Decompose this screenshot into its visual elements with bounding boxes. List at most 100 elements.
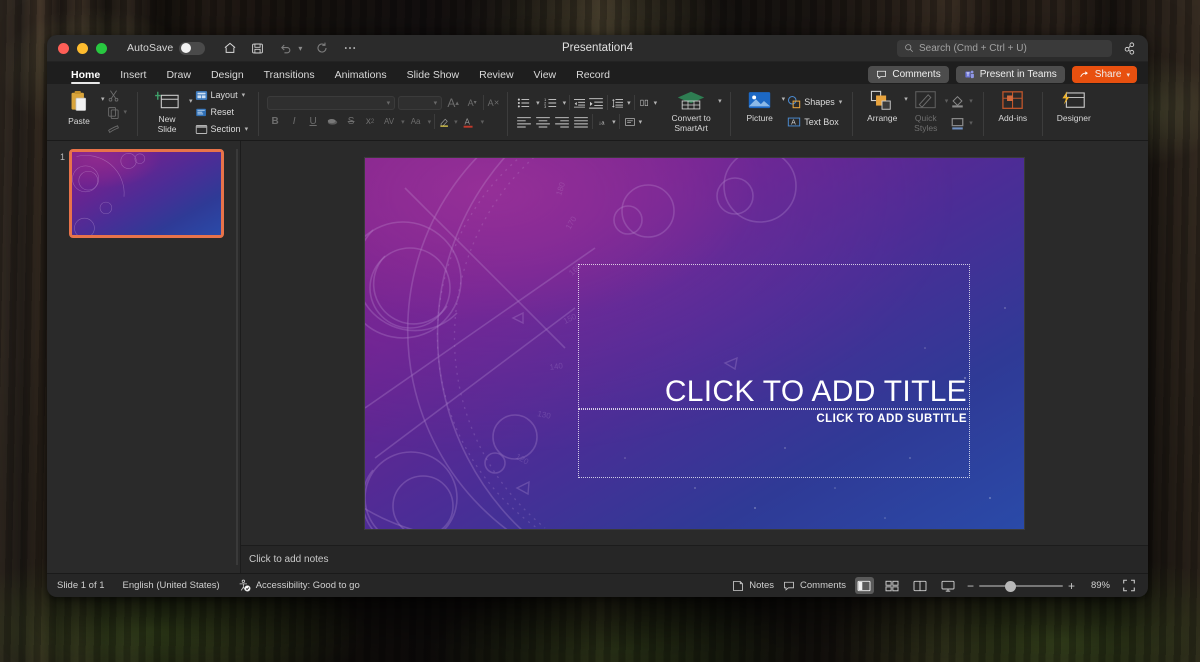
layout-button[interactable]: Layout ▾ — [193, 88, 251, 103]
text-highlight-chevron-down-icon[interactable]: ▾ — [454, 118, 458, 126]
bold-button[interactable]: B — [267, 114, 283, 129]
columns-button[interactable]: ▯▯ — [634, 95, 650, 110]
language-status[interactable]: English (United States) — [123, 580, 220, 591]
zoom-out-button[interactable]: − — [967, 581, 974, 591]
tab-insert[interactable]: Insert — [110, 69, 156, 84]
cut-button[interactable] — [105, 88, 130, 103]
tab-transitions[interactable]: Transitions — [254, 69, 325, 84]
bullets-button[interactable] — [516, 95, 532, 110]
numbering-chevron-down-icon[interactable]: ▾ — [563, 99, 567, 107]
underline-button[interactable]: U — [305, 114, 321, 129]
picture-button[interactable]: Picture — [739, 87, 781, 124]
font-name-input[interactable]: ▾ — [267, 96, 395, 110]
justify-button[interactable] — [573, 114, 589, 129]
normal-view-button[interactable] — [855, 577, 874, 594]
shapes-chevron-down-icon[interactable]: ▾ — [839, 98, 843, 106]
zoom-slider[interactable]: − + — [967, 581, 1075, 591]
slide-thumbnail-1[interactable] — [69, 149, 224, 238]
text-box-button[interactable]: A Text Box — [785, 115, 844, 130]
accessibility-status[interactable]: Accessibility: Good to go — [238, 579, 360, 592]
font-size-chevron-down-icon[interactable]: ▾ — [434, 99, 438, 107]
undo-dropdown-icon[interactable]: ▾ — [298, 44, 302, 53]
shape-outline-chevron-down-icon[interactable]: ▾ — [969, 119, 973, 127]
change-case-chevron-down-icon[interactable]: ▾ — [428, 118, 432, 126]
comments-toggle-button[interactable]: Comments — [783, 580, 846, 592]
autosave-toggle[interactable] — [179, 42, 205, 55]
add-ins-button[interactable]: Add-ins — [992, 87, 1034, 124]
shapes-button[interactable]: Shapes ▾ — [785, 95, 844, 110]
tab-slide-show[interactable]: Slide Show — [397, 69, 470, 84]
search-input[interactable]: Search (Cmd + Ctrl + U) — [897, 40, 1112, 57]
undo-icon[interactable] — [277, 40, 294, 57]
tab-record[interactable]: Record — [566, 69, 620, 84]
zoom-track[interactable] — [979, 585, 1063, 587]
reset-button[interactable]: Reset — [193, 105, 251, 120]
font-color-button[interactable]: A — [461, 114, 477, 129]
fit-to-window-button[interactable] — [1119, 577, 1138, 594]
notes-pane[interactable]: Click to add notes — [241, 545, 1148, 573]
columns-chevron-down-icon[interactable]: ▾ — [654, 99, 658, 107]
align-right-button[interactable] — [554, 114, 570, 129]
line-spacing-button[interactable] — [607, 95, 623, 110]
copy-chevron-down-icon[interactable]: ▾ — [124, 108, 128, 116]
home-icon[interactable] — [221, 40, 238, 57]
tab-review[interactable]: Review — [469, 69, 523, 84]
more-icon[interactable] — [341, 40, 358, 57]
redo-icon[interactable] — [313, 40, 330, 57]
shape-fill-button[interactable]: ▾ — [948, 94, 975, 109]
text-highlight-color-button[interactable] — [434, 114, 450, 129]
align-text-chevron-down-icon[interactable]: ▾ — [639, 118, 643, 126]
ribbon-display-options-icon[interactable] — [1121, 40, 1137, 56]
tab-home[interactable]: Home — [61, 69, 110, 84]
paste-button[interactable]: Paste — [58, 87, 100, 127]
numbering-button[interactable]: 123 — [543, 95, 559, 110]
strikethrough-button[interactable]: S — [343, 114, 359, 129]
change-case-button[interactable]: Aa — [408, 114, 424, 129]
arrange-button[interactable]: Arrange — [861, 87, 903, 124]
text-direction-chevron-down-icon[interactable]: ▾ — [612, 118, 616, 126]
reading-view-button[interactable] — [911, 577, 930, 594]
convert-to-smartart-button[interactable]: Convert to SmartArt — [665, 87, 717, 133]
slide-canvas[interactable]: 180 170 160 150 140 130 120 — [365, 158, 1024, 529]
text-direction-button[interactable]: ↓a — [592, 114, 608, 129]
present-in-teams-button[interactable]: Present in Teams — [956, 66, 1065, 83]
zoom-handle[interactable] — [1005, 581, 1016, 592]
convert-to-smartart-chevron-down-icon[interactable]: ▾ — [718, 97, 722, 105]
tab-design[interactable]: Design — [201, 69, 254, 84]
align-left-button[interactable] — [516, 114, 532, 129]
decrease-indent-button[interactable] — [569, 95, 585, 110]
line-spacing-chevron-down-icon[interactable]: ▾ — [627, 99, 631, 107]
shape-outline-button[interactable]: ▾ — [948, 116, 975, 131]
decrease-font-size-button[interactable]: A▾ — [464, 95, 480, 110]
text-shadow-button[interactable] — [324, 114, 340, 129]
font-name-chevron-down-icon[interactable]: ▾ — [387, 99, 391, 107]
shape-fill-chevron-down-icon[interactable]: ▾ — [969, 97, 973, 105]
close-button[interactable] — [58, 43, 69, 54]
comments-button[interactable]: Comments — [868, 66, 948, 83]
increase-font-size-button[interactable]: A▴ — [445, 95, 461, 110]
layout-chevron-down-icon[interactable]: ▾ — [242, 91, 246, 99]
notes-toggle-button[interactable]: Notes — [732, 580, 774, 592]
quick-styles-button[interactable]: Quick Styles — [908, 87, 944, 133]
slide-subtitle-placeholder[interactable]: CLICK TO ADD SUBTITLE — [578, 409, 970, 478]
slide-show-button[interactable] — [939, 577, 958, 594]
copy-button[interactable]: ▾ — [105, 105, 130, 120]
thumbnail-scrollbar[interactable] — [236, 149, 238, 565]
center-button[interactable] — [535, 114, 551, 129]
tab-animations[interactable]: Animations — [325, 69, 397, 84]
italic-button[interactable]: I — [286, 114, 302, 129]
increase-indent-button[interactable] — [588, 95, 604, 110]
share-button[interactable]: Share ▾ — [1072, 66, 1137, 83]
clear-formatting-button[interactable]: A✕ — [483, 95, 499, 110]
tab-view[interactable]: View — [524, 69, 567, 84]
autosave-control[interactable]: AutoSave — [127, 42, 205, 55]
new-slide-button[interactable]: New Slide — [146, 87, 188, 134]
section-button[interactable]: Section ▾ — [193, 122, 251, 137]
slide-title-placeholder[interactable]: CLICK TO ADD TITLE — [578, 264, 970, 409]
subscript-button[interactable]: x2 — [362, 114, 378, 129]
minimize-button[interactable] — [77, 43, 88, 54]
bullets-chevron-down-icon[interactable]: ▾ — [536, 99, 540, 107]
zoom-percent-label[interactable]: 89% — [1084, 580, 1110, 591]
tab-draw[interactable]: Draw — [156, 69, 201, 84]
share-chevron-down-icon[interactable]: ▾ — [1126, 71, 1130, 79]
